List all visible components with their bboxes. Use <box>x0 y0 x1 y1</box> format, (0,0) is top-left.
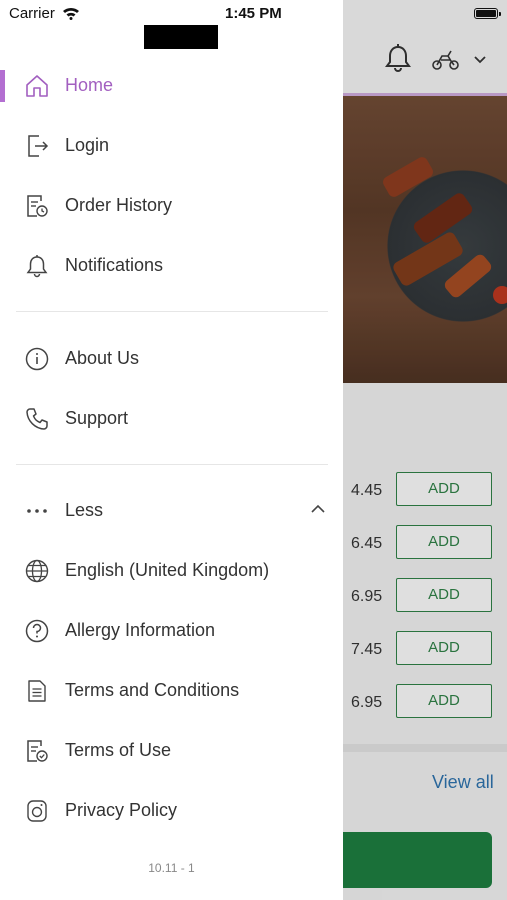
menu-divider <box>16 464 328 465</box>
menu-item-label: Notifications <box>65 255 164 275</box>
menu-item-order-history[interactable]: Order History <box>0 181 343 231</box>
menu-item-home[interactable]: Home <box>0 61 343 111</box>
menu-item-notifications[interactable]: Notifications <box>0 241 343 291</box>
order-history-icon <box>27 195 48 217</box>
bell-icon <box>26 255 48 278</box>
menu-item-label: About Us <box>65 348 140 368</box>
menu-item-terms-of-use[interactable]: Terms of Use <box>0 726 343 776</box>
menu-item-language[interactable]: English (United Kingdom) <box>0 546 343 596</box>
menu-item-allergy-information[interactable]: Allergy Information <box>0 606 343 656</box>
menu-item-label: Home <box>65 75 114 95</box>
wifi-icon <box>63 7 79 20</box>
menu-item-label: Terms of Use <box>65 740 172 760</box>
menu-item-privacy-policy[interactable]: Privacy Policy <box>0 786 343 836</box>
menu-item-label: Support <box>65 408 129 428</box>
menu-divider <box>16 311 328 312</box>
chevron-up-icon <box>311 504 325 513</box>
phone-icon <box>26 408 48 430</box>
globe-icon <box>25 559 49 583</box>
login-icon <box>28 135 49 157</box>
privacy-icon <box>27 800 47 822</box>
carrier-label: Carrier <box>9 5 55 22</box>
menu-item-support[interactable]: Support <box>0 394 343 444</box>
menu-item-label: English (United Kingdom) <box>65 560 270 580</box>
battery-icon <box>474 8 501 19</box>
app-version: 10.11 - 1 <box>148 861 195 875</box>
menu-item-label: Less <box>65 500 104 520</box>
menu-item-label: Allergy Information <box>65 620 216 640</box>
drawer-overlay[interactable] <box>343 0 507 900</box>
menu-item-about-us[interactable]: About Us <box>0 334 343 384</box>
menu-item-label: Privacy Policy <box>65 800 178 820</box>
menu-item-label: Terms and Conditions <box>65 680 240 700</box>
document-icon <box>28 680 46 702</box>
menu-item-label: Order History <box>65 195 173 215</box>
navigation-drawer: Home Login Order History Notifications A… <box>0 0 343 900</box>
clock-time: 1:45 PM <box>225 5 282 22</box>
menu-item-login[interactable]: Login <box>0 121 343 171</box>
document-check-icon <box>27 740 48 762</box>
info-icon <box>25 347 49 371</box>
redacted-block <box>144 25 218 49</box>
more-dots-icon <box>27 509 47 513</box>
menu-item-label: Login <box>65 135 110 155</box>
menu-item-terms-and-conditions[interactable]: Terms and Conditions <box>0 666 343 716</box>
menu-item-less[interactable]: Less <box>0 486 343 536</box>
status-bar: Carrier 1:45 PM <box>0 0 507 28</box>
question-icon <box>25 619 49 643</box>
home-icon <box>26 75 48 97</box>
